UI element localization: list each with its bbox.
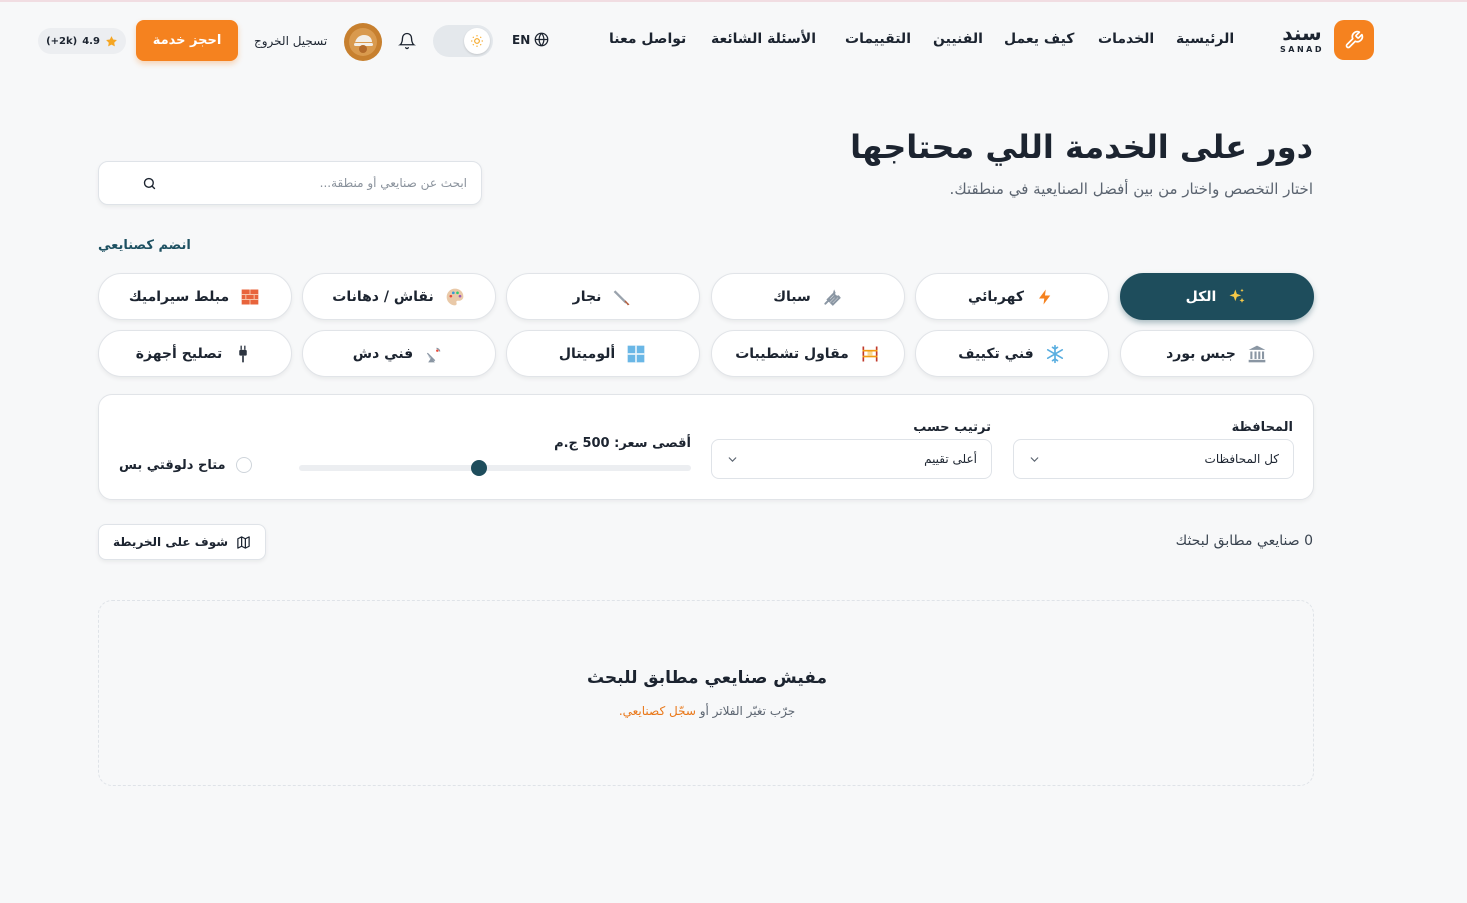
brand-name-ar: سند [1282, 21, 1322, 45]
category-label: نجار [572, 288, 602, 305]
slider-handle[interactable] [471, 460, 488, 476]
logout-link[interactable]: تسجيل الخروج [254, 34, 327, 48]
category-aluminum[interactable]: ألوميتال [506, 330, 700, 377]
category-label: مبلط سيراميك [128, 288, 230, 305]
nav-link-contact[interactable]: تواصل معنا [609, 31, 686, 47]
language-switch[interactable]: EN [512, 32, 549, 47]
available-now-checkbox[interactable] [235, 457, 252, 473]
logo-wrench-icon[interactable] [1334, 20, 1374, 60]
sort-select[interactable]: أعلى تقييم [711, 439, 992, 479]
category-label: ألوميتال [558, 345, 616, 362]
nav-link-how-it-works[interactable]: كيف يعمل [1004, 31, 1074, 47]
results-count: 0 صنايعي مطابق لبحثك [1175, 533, 1313, 549]
category-label: كهربائي [967, 288, 1025, 305]
plug-icon [232, 343, 254, 365]
rating-count: (+2k) [46, 35, 78, 47]
window-icon [625, 343, 647, 365]
search-icon[interactable] [142, 176, 157, 191]
chevron-down-icon [728, 456, 737, 462]
sort-label: ترتيب حسب [913, 420, 991, 435]
search-input[interactable] [167, 176, 467, 190]
view-on-map-button[interactable]: شوف على الخريطة [98, 524, 266, 560]
wrench-icon [821, 286, 843, 308]
register-as-technician-link[interactable]: سجّل كصنايعي. [619, 704, 696, 718]
rating-value: 4.9 [82, 35, 100, 47]
category-label: جبس بورد [1166, 345, 1236, 362]
category-label: مقاول تشطيبات [735, 345, 849, 362]
empty-state-message: جرّب تغيّر الفلاتر أو سجّل كصنايعي. [99, 704, 1315, 718]
map-button-label: شوف على الخريطة [112, 535, 229, 549]
bell-icon[interactable] [398, 32, 416, 50]
empty-results-state: مفيش صنايعي مطابق للبحث جرّب تغيّر الفلا… [98, 600, 1314, 786]
category-appliance-repair[interactable]: تصليح أجهزة [98, 330, 292, 377]
rating-badge: (+2k) 4.9 [38, 28, 126, 54]
book-service-button[interactable]: احجز خدمة [136, 20, 238, 61]
satellite-icon [423, 343, 445, 365]
category-label: فني دش [352, 345, 414, 362]
building-icon [1246, 343, 1268, 365]
nav-link-technicians[interactable]: الفنيين [933, 31, 983, 47]
star-icon [106, 35, 117, 46]
category-label: سباك [773, 288, 811, 305]
category-painter[interactable]: نقاش / دهانات [302, 273, 496, 320]
empty-state-title: مفيش صنايعي مطابق للبحث [586, 668, 828, 688]
chevron-down-icon [1030, 456, 1039, 462]
category-all[interactable]: الكل [1120, 273, 1314, 320]
category-label: نقاش / دهانات [332, 288, 434, 305]
page-subtitle: اختار التخصص واختار من بين أفضل الصنايعي… [949, 180, 1313, 198]
map-icon [237, 535, 250, 549]
category-plumber[interactable]: سباك [711, 273, 905, 320]
governorate-value: كل المحافظات [1204, 452, 1279, 466]
category-label: تصليح أجهزة [135, 345, 223, 362]
filters-panel: المحافظة كل المحافظات ترتيب حسب أعلى تقي… [98, 394, 1314, 500]
snowflake-icon [1044, 343, 1066, 365]
nav-link-home[interactable]: الرئيسية [1176, 31, 1234, 47]
category-gypsum-board[interactable]: جبس بورد [1120, 330, 1314, 377]
sort-value: أعلى تقييم [924, 452, 977, 466]
available-now-filter[interactable]: متاح دلوقتي بس [119, 457, 252, 473]
theme-toggle[interactable] [433, 25, 493, 57]
join-as-technician-link[interactable]: انضم كصنايعي [98, 238, 191, 253]
sparkles-icon [1226, 286, 1248, 308]
top-navigation: سند SANAD الرئيسية الخدمات كيف يعمل الفن… [0, 20, 1467, 62]
max-price-slider[interactable] [299, 460, 691, 476]
governorate-select[interactable]: كل المحافظات [1013, 439, 1294, 479]
category-label: فني تكييف [958, 345, 1034, 362]
sun-icon [464, 28, 490, 54]
page-title: دور على الخدمة اللي محتاجها [850, 128, 1313, 166]
category-electrician[interactable]: كهربائي [915, 273, 1109, 320]
available-now-label: متاح دلوقتي بس [119, 457, 226, 473]
top-accent-line [0, 0, 1467, 2]
user-avatar[interactable] [344, 23, 382, 61]
category-tiler[interactable]: مبلط سيراميك [98, 273, 292, 320]
max-price-label: أقصى سعر: 500 ج.م [554, 436, 691, 451]
saw-icon [611, 286, 633, 308]
palette-icon [444, 286, 466, 308]
nav-link-services[interactable]: الخدمات [1098, 31, 1154, 47]
category-satellite-technician[interactable]: فني دش [302, 330, 496, 377]
category-ac-technician[interactable]: فني تكييف [915, 330, 1109, 377]
lightning-icon [1034, 286, 1056, 308]
category-label: الكل [1185, 288, 1217, 305]
governorate-label: المحافظة [1231, 420, 1293, 435]
nav-link-faq[interactable]: الأسئلة الشائعة [711, 31, 816, 47]
scaffold-icon [859, 343, 881, 365]
language-label: EN [512, 32, 531, 47]
empty-state-text: جرّب تغيّر الفلاتر أو [699, 704, 796, 718]
nav-link-reviews[interactable]: التقييمات [845, 31, 911, 47]
bricks-icon [239, 286, 261, 308]
category-finishing-contractor[interactable]: مقاول تشطيبات [711, 330, 905, 377]
brand-logo[interactable]: سند SANAD [1276, 22, 1328, 56]
globe-icon [534, 32, 549, 47]
search-box [98, 161, 482, 205]
brand-name-en: SANAD [1280, 45, 1324, 54]
category-carpenter[interactable]: نجار [506, 273, 700, 320]
